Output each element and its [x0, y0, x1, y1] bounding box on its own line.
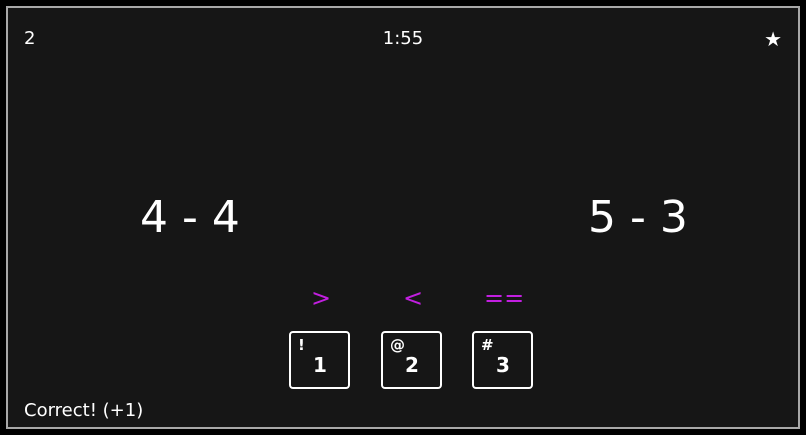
- key-3-button[interactable]: # 3: [472, 331, 533, 389]
- key-number: 2: [405, 353, 419, 377]
- left-expression: 4 - 4: [140, 192, 240, 243]
- game-frame: 2 1:55 ★ 4 - 4 5 - 3 > < == ! 1 @ 2 # 3 …: [6, 6, 800, 429]
- feedback-message: Correct! (+1): [24, 400, 144, 421]
- key-shift-symbol: @: [390, 336, 405, 354]
- key-shift-symbol: #: [481, 336, 494, 354]
- key-number: 3: [496, 353, 510, 377]
- less-than-label: <: [403, 284, 424, 312]
- key-number: 1: [313, 353, 327, 377]
- key-shift-symbol: !: [298, 336, 305, 354]
- key-1-button[interactable]: ! 1: [289, 331, 350, 389]
- right-expression: 5 - 3: [588, 192, 688, 243]
- star-icon: ★: [764, 27, 782, 51]
- key-2-button[interactable]: @ 2: [381, 331, 442, 389]
- equal-label: ==: [484, 284, 525, 312]
- greater-than-label: >: [311, 284, 332, 312]
- countdown-timer: 1:55: [382, 28, 424, 49]
